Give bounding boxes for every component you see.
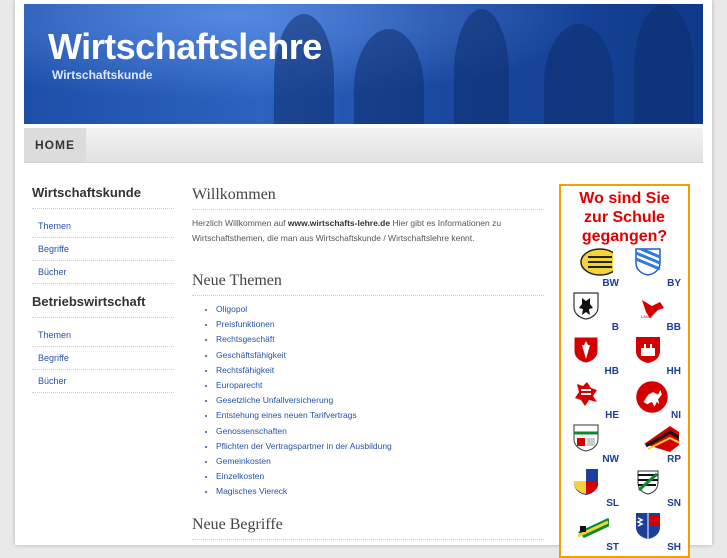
sidebar-item-begriffe[interactable]: Begriffe bbox=[32, 347, 174, 370]
topic-link[interactable]: Geschäftsfähigkeit bbox=[216, 348, 544, 363]
state-st[interactable]: ST bbox=[563, 512, 623, 556]
ad-title-line: Wo sind Sie bbox=[579, 190, 670, 207]
topic-link[interactable]: Rechtsgeschäft bbox=[216, 332, 544, 347]
state-rp[interactable]: RP bbox=[625, 424, 685, 468]
new-terms-section: Neue Begriffe bbox=[192, 516, 544, 540]
intro-prefix: Herzlich Willkommen auf bbox=[192, 218, 288, 228]
left-sidebar: Wirtschaftskunde Themen Begriffe Bücher … bbox=[32, 185, 174, 401]
sidebar-menu: Themen Begriffe Bücher bbox=[32, 215, 174, 284]
new-terms-heading: Neue Begriffe bbox=[192, 516, 544, 540]
topic-link[interactable]: Rechtsfähigkeit bbox=[216, 363, 544, 378]
topic-link[interactable]: Europarecht bbox=[216, 378, 544, 393]
topic-link[interactable]: Gesetzliche Unfallversicherung bbox=[216, 393, 544, 408]
sidebar-menu: Themen Begriffe Bücher bbox=[32, 324, 174, 393]
state-sh[interactable]: SH bbox=[625, 512, 685, 556]
state-by[interactable]: BY bbox=[625, 248, 685, 292]
new-topics-section: Neue Themen Oligopol Preisfunktionen Rec… bbox=[192, 272, 544, 500]
state-sn[interactable]: SN bbox=[625, 468, 685, 512]
state-abbr: NI bbox=[671, 410, 681, 421]
by-crest-icon bbox=[635, 248, 661, 276]
sidebar-link[interactable]: Themen bbox=[38, 221, 71, 231]
sidebar-link[interactable]: Themen bbox=[38, 330, 71, 340]
header-banner: Wirtschaftslehre Wirtschaftskunde bbox=[24, 4, 703, 124]
sidebar-link[interactable]: Bücher bbox=[38, 267, 67, 277]
state-abbr: SH bbox=[667, 542, 681, 553]
new-topics-list: Oligopol Preisfunktionen Rechtsgeschäft … bbox=[192, 302, 544, 500]
state-abbr: NW bbox=[602, 454, 619, 465]
topic-link[interactable]: Einzelkosten bbox=[216, 469, 544, 484]
state-abbr: B bbox=[611, 322, 619, 333]
bremen-crest-icon bbox=[573, 336, 599, 364]
sidebar-link[interactable]: Begriffe bbox=[38, 244, 69, 254]
sidebar-item-themen[interactable]: Themen bbox=[32, 215, 174, 238]
topic-link[interactable]: Magisches Viereck bbox=[216, 484, 544, 499]
rlp-crest-icon bbox=[644, 426, 679, 452]
welcome-heading: Willkommen bbox=[192, 186, 544, 210]
topic-link[interactable]: Oligopol bbox=[216, 302, 544, 317]
school-ad-banner[interactable]: Wo sind Sie zur Schule gegangen? BW BY B… bbox=[559, 184, 690, 558]
state-hb[interactable]: HB bbox=[563, 336, 623, 380]
brandenburg-crest-icon: LAND bbox=[638, 292, 667, 320]
main-nav: HOME bbox=[24, 128, 703, 163]
sidebar-item-buecher[interactable]: Bücher bbox=[32, 261, 174, 284]
main-content: Willkommen Herzlich Willkommen auf www.w… bbox=[192, 186, 544, 540]
state-nw[interactable]: NW bbox=[563, 424, 623, 468]
state-abbr: SN bbox=[667, 498, 681, 509]
sidebar-item-buecher[interactable]: Bücher bbox=[32, 370, 174, 393]
site-title[interactable]: Wirtschaftslehre bbox=[48, 26, 322, 68]
state-abbr: ST bbox=[606, 542, 619, 553]
state-hh[interactable]: HH bbox=[625, 336, 685, 380]
sidebar-section-title: Wirtschaftskunde bbox=[32, 185, 174, 209]
state-abbr: RP bbox=[667, 454, 681, 465]
hessen-crest-icon bbox=[575, 382, 597, 406]
state-abbr: BB bbox=[666, 322, 681, 333]
state-abbr: BY bbox=[667, 278, 681, 289]
hamburg-crest-icon bbox=[636, 337, 660, 363]
site-subtitle: Wirtschaftskunde bbox=[52, 68, 153, 82]
page-container: Wirtschaftslehre Wirtschaftskunde HOME W… bbox=[15, 0, 712, 558]
new-topics-heading: Neue Themen bbox=[192, 272, 544, 296]
sachsen-anhalt-crest-icon bbox=[577, 518, 609, 538]
banner-silhouette bbox=[634, 4, 694, 124]
state-abbr: HE bbox=[605, 410, 619, 421]
state-abbr: HB bbox=[604, 366, 619, 377]
sidebar-link[interactable]: Bücher bbox=[38, 376, 67, 386]
ad-title-line: zur Schule bbox=[584, 209, 665, 226]
state-bb[interactable]: LAND BB bbox=[625, 292, 685, 336]
state-abbr: HH bbox=[666, 366, 681, 377]
topic-link[interactable]: Genossenschaften bbox=[216, 424, 544, 439]
sachsen-crest-icon bbox=[637, 470, 659, 495]
ad-title: Wo sind Sie zur Schule gegangen? bbox=[561, 189, 688, 246]
svg-text:LAND: LAND bbox=[641, 314, 652, 319]
state-sl[interactable]: SL bbox=[563, 468, 623, 512]
bw-crest-icon bbox=[580, 248, 613, 276]
state-abbr: SL bbox=[606, 498, 619, 509]
niedersachsen-crest-icon bbox=[636, 381, 668, 413]
state-b[interactable]: B bbox=[563, 292, 623, 336]
sidebar-link[interactable]: Begriffe bbox=[38, 353, 69, 363]
state-bw[interactable]: BW bbox=[563, 248, 623, 292]
nrw-crest-icon bbox=[573, 424, 599, 452]
schleswig-holstein-crest-icon bbox=[636, 513, 660, 539]
state-he[interactable]: HE bbox=[563, 380, 623, 424]
topic-link[interactable]: Gemeinkosten bbox=[216, 454, 544, 469]
ad-title-line: gegangen? bbox=[581, 228, 668, 245]
topic-link[interactable]: Pflichten der Vertragspartner in der Aus… bbox=[216, 439, 544, 454]
sidebar-item-begriffe[interactable]: Begriffe bbox=[32, 238, 174, 261]
berlin-crest-icon bbox=[573, 292, 599, 320]
intro-site-name: www.wirtschafts-lehre.de bbox=[287, 218, 391, 228]
state-abbr: BW bbox=[602, 278, 619, 289]
sidebar-section-title: Betriebswirtschaft bbox=[32, 294, 174, 318]
sidebar-item-themen[interactable]: Themen bbox=[32, 324, 174, 347]
intro-text: Herzlich Willkommen auf www.wirtschafts-… bbox=[192, 216, 544, 246]
topic-link[interactable]: Preisfunktionen bbox=[216, 317, 544, 332]
state-ni[interactable]: NI bbox=[625, 380, 685, 424]
saarland-crest-icon bbox=[574, 469, 598, 495]
topic-link[interactable]: Entstehung eines neuen Tarifvertrags bbox=[216, 408, 544, 423]
nav-home-link[interactable]: HOME bbox=[24, 128, 86, 162]
